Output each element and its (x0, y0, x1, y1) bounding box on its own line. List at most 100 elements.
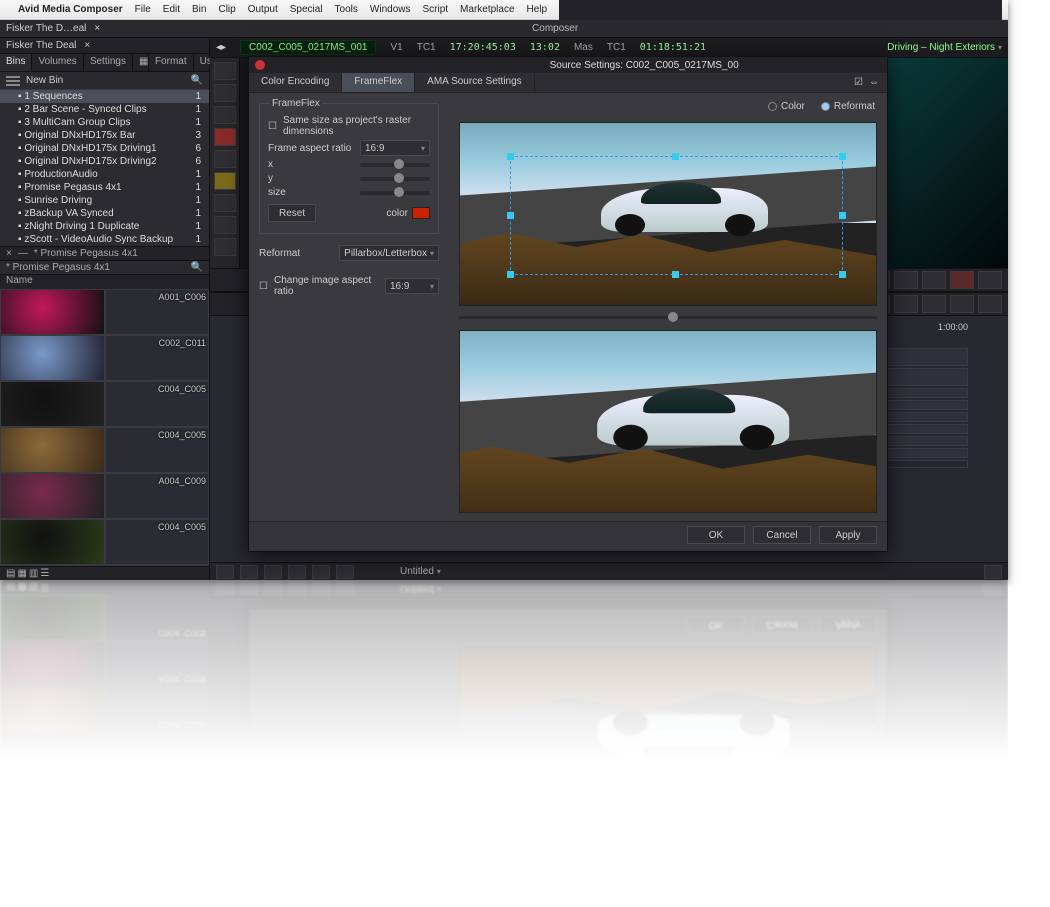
view-list-icon[interactable]: ▤ (6, 568, 15, 579)
view-script-icon[interactable]: ▥ (29, 568, 38, 579)
open-bin-path[interactable]: * Promise Pegasus 4x1 (34, 248, 138, 259)
clip-name-cell[interactable]: C002_C011 (105, 779, 210, 825)
status-btn[interactable] (288, 582, 306, 596)
tool-btn[interactable] (214, 106, 236, 124)
apply-button[interactable]: Apply (819, 526, 877, 544)
tab-format[interactable]: Format (149, 54, 194, 71)
mark-in-icon[interactable] (866, 871, 890, 880)
tool-btn[interactable] (214, 194, 236, 212)
bin-row[interactable]: ▪ 1 Sequences1 (0, 90, 209, 103)
video-track[interactable]: C010C01C010_CC010C010_C0C0 (250, 774, 968, 792)
clip-segment[interactable]: C010 (335, 777, 360, 791)
tool-icon[interactable] (866, 847, 890, 865)
menu-windows[interactable]: Windows (370, 4, 411, 15)
play-icon[interactable] (922, 271, 946, 289)
crop-handle[interactable] (507, 153, 514, 160)
menu-special[interactable]: Special (290, 4, 323, 15)
bin-row[interactable]: ▪ zScott - VideoAudio Sync Backup1 (0, 233, 209, 246)
clip-name-cell[interactable]: C002_C011 (105, 335, 210, 381)
clip-name[interactable]: C002_C005_0217MS_001 (240, 40, 376, 55)
project-name[interactable]: Fisker The Deal (6, 40, 76, 51)
audio-track[interactable] (250, 726, 968, 736)
checkbox[interactable]: ☐ (268, 121, 277, 132)
status-btn[interactable] (240, 565, 258, 579)
project-tab[interactable]: Fisker The D…eal (6, 23, 86, 34)
crop-box[interactable] (510, 156, 843, 276)
play-icon[interactable] (922, 871, 946, 880)
sequence-title[interactable]: Driving – Night Exteriors (887, 42, 1002, 53)
compare-slider[interactable] (459, 312, 877, 324)
lift-icon[interactable] (978, 871, 1002, 880)
menu-script[interactable]: Script (422, 4, 448, 15)
clip-thumbnail[interactable] (0, 335, 105, 381)
clip-thumbnail[interactable] (0, 565, 105, 566)
tab-settings[interactable]: Settings (84, 54, 133, 71)
clip-thumbnail[interactable] (0, 825, 105, 871)
status-btn[interactable] (336, 565, 354, 579)
clip-name-cell[interactable]: C003_C008 (105, 594, 210, 595)
menu-output[interactable]: Output (248, 4, 278, 15)
audio-track[interactable] (250, 750, 968, 760)
status-btn[interactable] (264, 565, 282, 579)
tool-icon[interactable] (950, 847, 974, 865)
crop-handle[interactable] (672, 271, 679, 278)
record-btn[interactable] (214, 128, 236, 146)
y-slider[interactable] (360, 177, 430, 181)
cancel-button[interactable]: Cancel (753, 526, 811, 544)
clip-name-cell[interactable]: A001_C006 (105, 825, 210, 871)
tool-icon[interactable] (894, 295, 918, 313)
clip-name-cell[interactable]: C003_C008 (105, 565, 210, 566)
clip-thumbnail[interactable] (0, 779, 105, 825)
tab-effects-icon[interactable]: ▦ (133, 54, 149, 71)
bin-row[interactable]: ▪ zNight Driving 1 Duplicate1 (0, 220, 209, 233)
menu-bin[interactable]: Bin (192, 4, 206, 15)
ok-button[interactable]: OK (687, 526, 745, 544)
bin-row[interactable]: ▪ Original DNxHD175x Bar3 (0, 129, 209, 142)
crop-handle[interactable] (839, 271, 846, 278)
tool-btn[interactable] (214, 238, 236, 256)
bin-row[interactable]: ▪ Sunrise Driving1 (0, 194, 209, 207)
tool-icon[interactable] (894, 847, 918, 865)
clip-name-cell[interactable]: C004_C005 (105, 427, 210, 473)
open-bin-tab[interactable]: * Promise Pegasus 4x1 (6, 262, 110, 273)
color-swatch[interactable] (412, 207, 430, 219)
view-frame-icon[interactable]: ▦ (17, 581, 26, 592)
output-preview[interactable] (459, 647, 877, 831)
bin-row[interactable]: ▪ 2 Bar Scene - Synced Clips1 (0, 103, 209, 116)
timeline-name[interactable]: Untitled (400, 566, 441, 577)
menu-edit[interactable]: Edit (163, 4, 180, 15)
clip-name-cell[interactable]: C004_C005 (105, 519, 210, 565)
crop-handle[interactable] (672, 153, 679, 160)
clip-name-cell[interactable]: C004_C005 (105, 595, 210, 641)
hamburger-icon[interactable] (6, 76, 20, 86)
source-preview[interactable] (459, 855, 877, 881)
bin-row[interactable]: ▪ ProductionAudio1 (0, 168, 209, 181)
bin-row[interactable]: ▪ Original DNxHD175x Driving16 (0, 142, 209, 155)
change-ar-select[interactable]: 16:9 (385, 278, 439, 294)
project-close[interactable]: × (84, 40, 90, 51)
enable-check[interactable]: ☑ (854, 77, 863, 88)
clip-name-cell[interactable]: C004_C005 (105, 733, 210, 779)
tool-btn[interactable] (214, 216, 236, 234)
view-frame-icon[interactable]: ▦ (17, 568, 26, 579)
checkbox[interactable]: ☐ (259, 869, 268, 880)
clip-thumbnail[interactable] (0, 427, 105, 473)
video-track[interactable] (250, 794, 968, 812)
lift-icon[interactable] (978, 271, 1002, 289)
output-preview[interactable] (459, 330, 877, 514)
clip-thumbnail[interactable] (0, 687, 105, 733)
radio-reformat[interactable] (821, 102, 830, 111)
status-btn[interactable] (312, 565, 330, 579)
clip-prev-icon[interactable]: ◂▸ (216, 42, 226, 53)
status-btn[interactable] (984, 582, 1002, 596)
status-btn[interactable] (984, 565, 1002, 579)
menu-file[interactable]: File (135, 4, 151, 15)
bin-search-icon[interactable]: 🔍 (191, 75, 203, 86)
crop-handle[interactable] (839, 153, 846, 160)
bin-row[interactable]: ▪ Promise Pegasus 4x11 (0, 181, 209, 194)
clip-segment[interactable]: C010_C0 (361, 777, 401, 791)
bin-row[interactable]: ▪ zBackup VA Synced1 (0, 207, 209, 220)
clip-name-cell[interactable]: C004_C005 (105, 381, 210, 427)
project-tab-close[interactable]: × (94, 23, 100, 34)
audio-track[interactable] (250, 714, 968, 724)
